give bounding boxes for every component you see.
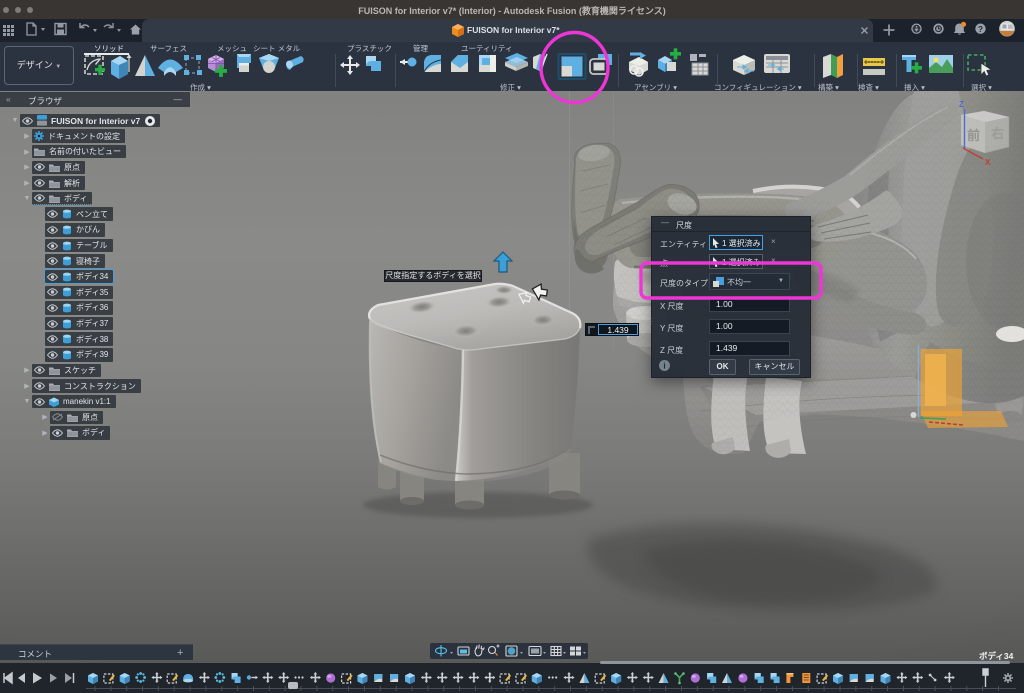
svg-text:Z: Z — [959, 100, 964, 109]
svg-text:X: X — [985, 158, 991, 167]
svg-text:i: i — [663, 362, 665, 371]
svg-text:?: ? — [978, 24, 983, 34]
svg-text:前: 前 — [967, 128, 980, 143]
svg-text:右: 右 — [990, 126, 1004, 141]
